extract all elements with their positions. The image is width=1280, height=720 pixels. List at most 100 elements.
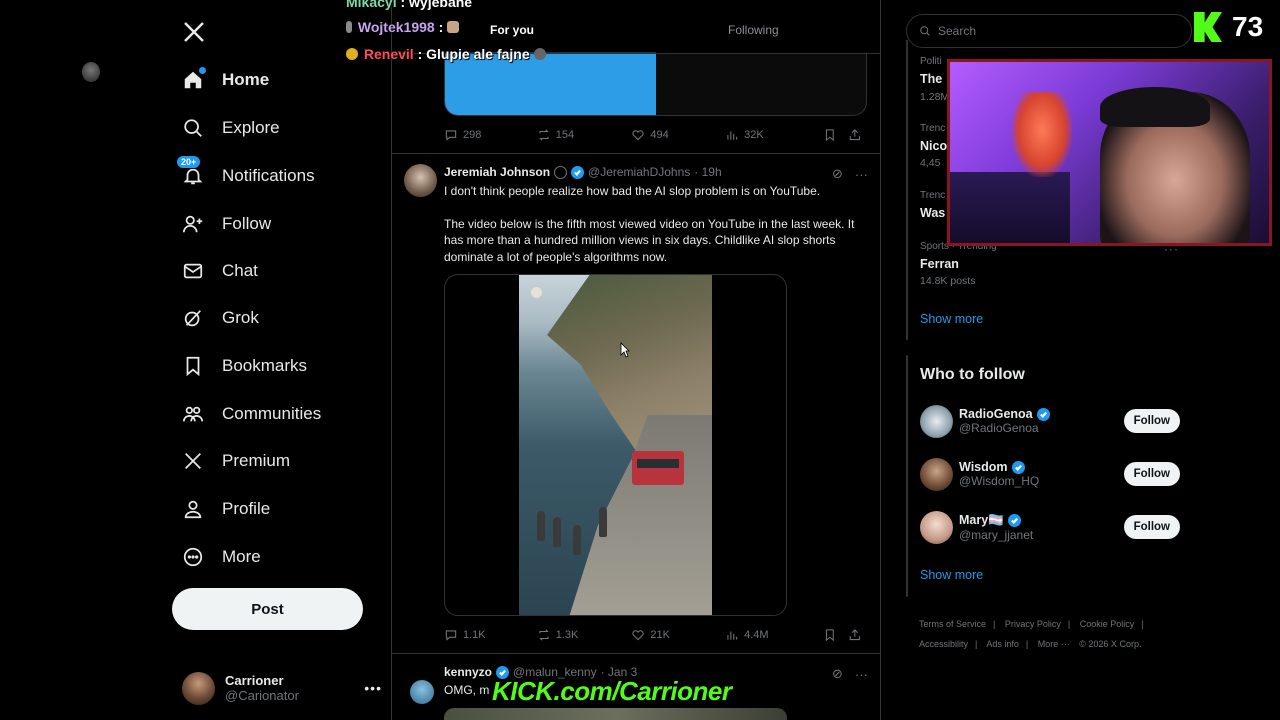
repost-button[interactable]: 154 <box>537 128 632 142</box>
avatar[interactable] <box>410 680 434 704</box>
tweet-media[interactable] <box>444 708 787 720</box>
repost-icon <box>538 129 549 141</box>
nav-notifications[interactable]: 20+ Notifications <box>172 154 325 198</box>
follow-button[interactable]: Follow <box>1123 409 1180 433</box>
bookmark-icon[interactable] <box>823 128 837 142</box>
avatar <box>920 457 953 491</box>
follow-button[interactable]: Follow <box>1123 515 1180 539</box>
views-button[interactable]: 32K <box>725 128 823 142</box>
footer-copyright: © 2026 X Corp. <box>1079 639 1142 649</box>
tweet-tools: ⊘ ··· <box>832 666 868 682</box>
nav-label: Communities <box>222 404 322 423</box>
grok-icon[interactable]: ⊘ <box>832 666 843 682</box>
nav-grok[interactable]: Grok <box>172 296 269 340</box>
views-button[interactable]: 4.4M <box>725 628 823 642</box>
who-to-follow-panel <box>906 355 908 597</box>
trend-name[interactable]: The <box>920 72 942 86</box>
avatar <box>182 671 215 705</box>
video-frame <box>519 275 712 615</box>
tab-following[interactable]: Following <box>728 23 779 37</box>
follow-button[interactable]: Follow <box>1123 462 1180 486</box>
trend-name[interactable]: Was <box>920 206 945 220</box>
grok-icon[interactable]: ⊘ <box>832 166 843 182</box>
like-button[interactable]: 494 <box>631 128 725 142</box>
verified-icon <box>571 165 585 179</box>
account-name: Carrioner <box>225 673 284 688</box>
trend-posts: 14.8K posts <box>920 275 976 287</box>
nav-label: Notifications <box>222 166 315 185</box>
timeline-tabs <box>392 10 880 54</box>
trend-name[interactable]: Ferran <box>920 257 959 271</box>
nav-label: Bookmarks <box>222 356 308 375</box>
bookmark-icon[interactable] <box>823 628 837 642</box>
nav-profile[interactable]: Profile <box>172 487 280 531</box>
footer-cookie[interactable]: Cookie Policy <box>1080 619 1135 629</box>
footer-accessibility[interactable]: Accessibility <box>919 639 968 649</box>
footer-ads-info[interactable]: Ads info <box>986 639 1019 649</box>
views-icon <box>727 631 738 640</box>
show-more-trends[interactable]: Show more <box>920 312 983 326</box>
reply-button[interactable]: 298 <box>444 128 537 142</box>
more-dots-icon[interactable]: ··· <box>855 667 868 682</box>
trend-posts: 1.28M <box>920 91 950 103</box>
reply-button[interactable]: 1.1K <box>444 628 537 642</box>
bookmark-icon <box>182 355 204 377</box>
repost-button[interactable]: 1.3K <box>537 628 632 642</box>
nav-chat[interactable]: Chat <box>172 249 268 293</box>
grok-icon <box>182 307 204 329</box>
nav-more[interactable]: More <box>172 535 271 579</box>
nav-label: Home <box>222 70 270 89</box>
home-icon <box>182 67 206 91</box>
nav-premium[interactable]: Premium <box>172 439 300 483</box>
nav-home[interactable]: Home <box>172 58 279 102</box>
follow-suggestion[interactable]: RadioGenoa @RadioGenoa Follow <box>920 403 1180 439</box>
footer-terms[interactable]: Terms of Service <box>919 619 986 629</box>
heart-icon <box>632 630 644 641</box>
search-input[interactable]: Search <box>906 14 1192 48</box>
x-logo-icon[interactable] <box>182 20 206 44</box>
follow-suggestion[interactable]: Wisdom @Wisdom_HQ Follow <box>920 456 1180 492</box>
tab-for-you[interactable]: For you <box>490 23 534 37</box>
follow-suggestion[interactable]: Mary🏳️‍⚧️ @mary_jjanet Follow <box>920 509 1180 545</box>
trend-category: Politi <box>920 56 942 67</box>
account-switcher[interactable]: Carrioner @Carionator ••• <box>182 668 382 708</box>
figurine-image <box>1012 92 1072 177</box>
footer-more[interactable]: More ··· <box>1038 639 1070 649</box>
tweet-header: Jeremiah Johnson @JeremiahDJohns · 19h <box>444 165 722 179</box>
more-dots-icon[interactable]: ··· <box>855 167 868 182</box>
nav-label: Premium <box>222 451 291 470</box>
footer-separator: | <box>1141 619 1144 629</box>
divider <box>392 653 880 654</box>
tweet-author-name[interactable]: kennyzo <box>444 665 492 679</box>
nav-bookmarks[interactable]: Bookmarks <box>172 344 317 388</box>
footer-separator: | <box>975 639 978 649</box>
previous-tweet-media[interactable] <box>444 52 867 116</box>
nav-communities[interactable]: Communities <box>172 392 331 436</box>
tweet-text: I don't think people realize how bad the… <box>444 183 869 281</box>
like-button[interactable]: 21K <box>631 628 725 642</box>
tweet-author-name[interactable]: Jeremiah Johnson <box>444 165 550 179</box>
trend-category: Trenc <box>920 123 946 134</box>
tweet-text-line-2: The video below is the fifth most viewed… <box>444 216 855 264</box>
who-to-follow-title: Who to follow <box>920 366 1025 383</box>
nav-label: Profile <box>222 499 271 518</box>
show-more-follow[interactable]: Show more <box>920 568 983 582</box>
nav-explore[interactable]: Explore <box>172 106 290 150</box>
chat-badge-icon <box>346 21 352 33</box>
person-plus-icon <box>182 213 204 235</box>
share-icon[interactable] <box>848 128 862 142</box>
tweet-author-handle[interactable]: @JeremiahDJohns <box>588 165 690 179</box>
tweet-video[interactable] <box>444 274 787 616</box>
trend-name[interactable]: Nico <box>920 139 947 153</box>
avatar[interactable] <box>404 164 437 197</box>
kick-viewer-count: 73 <box>1194 10 1280 44</box>
tweet-time[interactable]: · 19h <box>694 165 721 179</box>
footer-privacy[interactable]: Privacy Policy <box>1005 619 1061 629</box>
account-handle: @Carionator <box>225 688 299 703</box>
more-circle-icon <box>182 546 204 568</box>
footer-separator: | <box>1067 619 1071 629</box>
tweet-actions: 1.1K 1.3K 21K 4.4M <box>444 625 867 645</box>
nav-follow[interactable]: Follow <box>172 202 281 246</box>
post-button[interactable]: Post <box>172 588 363 630</box>
share-icon[interactable] <box>848 628 862 642</box>
